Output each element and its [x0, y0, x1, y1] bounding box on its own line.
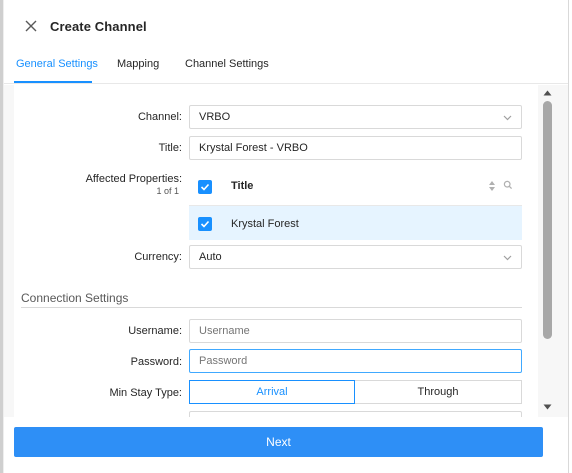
currency-select[interactable]: Auto: [189, 245, 522, 269]
scroll-down-arrow-icon[interactable]: [543, 404, 552, 410]
min-stay-type-label: Min Stay Type:: [109, 387, 182, 399]
tab-mapping[interactable]: Mapping: [117, 58, 159, 84]
table-header: Title: [189, 167, 522, 205]
title-column-header: Title: [231, 180, 254, 192]
tab-bar: General Settings Mapping Channel Setting…: [4, 52, 568, 84]
connection-settings-heading: Connection Settings: [21, 291, 129, 305]
channel-select-value: VRBO: [199, 111, 231, 123]
tab-active-indicator: [14, 81, 92, 83]
window-right-edge: [568, 0, 569, 473]
affected-properties-label: Affected Properties:: [85, 173, 182, 185]
scrollbar-thumb[interactable]: [543, 101, 552, 339]
modal-title: Create Channel: [50, 19, 147, 34]
title-label: Title:: [158, 142, 182, 154]
select-all-checkbox[interactable]: [198, 180, 212, 194]
check-icon: [200, 183, 210, 191]
username-label: Username:: [128, 325, 182, 337]
password-input[interactable]: [189, 349, 522, 373]
check-icon: [200, 220, 210, 228]
modal-header: Create Channel: [4, 0, 568, 52]
table-row[interactable]: Krystal Forest: [189, 205, 522, 240]
chevron-down-icon: [503, 255, 512, 261]
affected-properties-count: 1 of 1: [156, 186, 179, 196]
min-stay-through-option[interactable]: Through: [354, 380, 522, 404]
min-stay-arrival-option[interactable]: Arrival: [189, 380, 355, 404]
next-button[interactable]: Next: [14, 427, 543, 457]
currency-select-value: Auto: [199, 251, 222, 263]
sort-icon[interactable]: [487, 180, 497, 192]
row-checkbox[interactable]: [198, 217, 212, 231]
channel-select[interactable]: VRBO: [189, 105, 522, 129]
username-input[interactable]: [189, 319, 522, 343]
search-icon[interactable]: [503, 179, 513, 191]
affected-properties-table: Title Krystal Forest: [189, 167, 522, 240]
close-icon[interactable]: [24, 19, 38, 33]
scroll-up-arrow-icon[interactable]: [543, 90, 552, 96]
chevron-down-icon: [503, 115, 512, 121]
property-name: Krystal Forest: [231, 218, 299, 230]
tab-channel-settings[interactable]: Channel Settings: [185, 58, 269, 84]
currency-label: Currency:: [134, 251, 182, 263]
channel-label: Channel:: [137, 111, 182, 123]
general-settings-form: Channel: VRBO Title: Krystal Forest - VR…: [14, 85, 538, 417]
title-input[interactable]: Krystal Forest - VRBO: [189, 136, 522, 160]
section-divider: [21, 307, 522, 308]
password-label: Password:: [130, 356, 182, 368]
